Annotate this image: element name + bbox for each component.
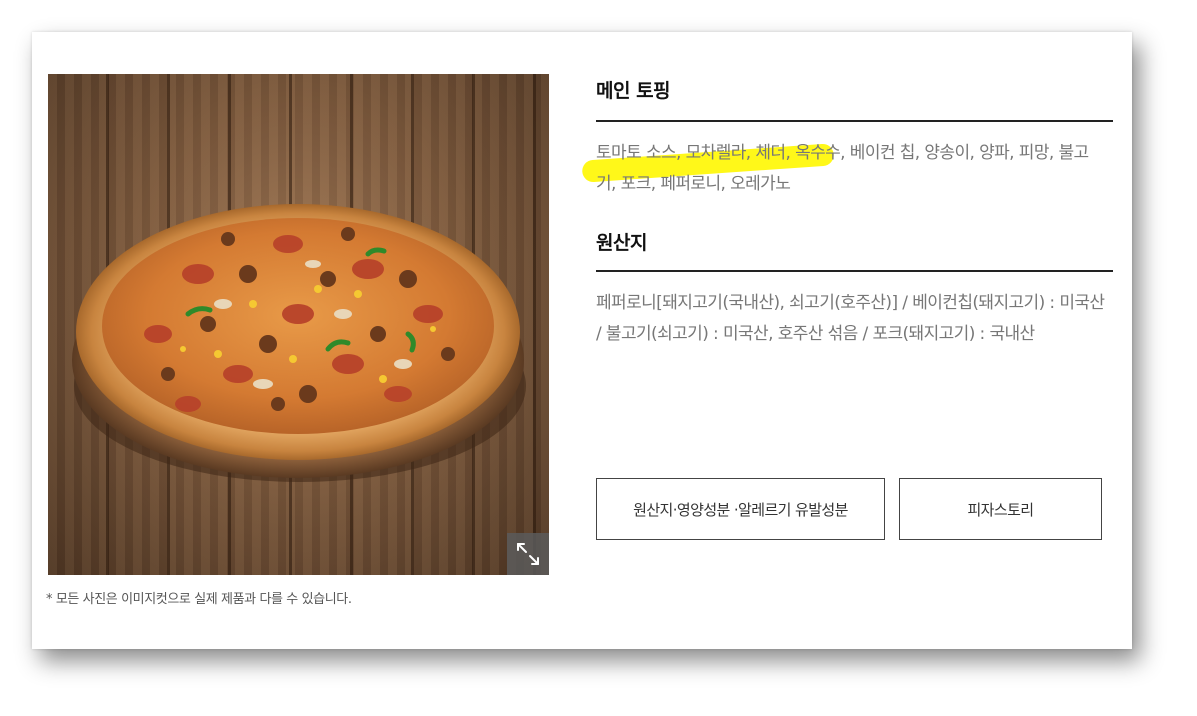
pizza-photo	[48, 74, 549, 575]
expand-arrows-icon	[517, 543, 539, 565]
pizza-story-button[interactable]: 피자스토리	[899, 478, 1102, 540]
expand-image-button[interactable]	[507, 533, 549, 575]
main-topping-title: 메인 토핑	[596, 80, 671, 102]
origin-divider	[596, 270, 1113, 272]
nutrition-allergen-button[interactable]: 원산지·영양성분 ·알레르기 유발성분	[596, 478, 885, 540]
main-topping-list: 토마토 소스, 모차렐라, 체더, 옥수수, 베이컨 칩, 양송이, 양파, 피…	[596, 143, 1089, 194]
image-disclaimer: * 모든 사진은 이미지컷으로 실제 제품과 다를 수 있습니다.	[46, 592, 352, 607]
origin-title: 원산지	[596, 232, 647, 254]
pizza-image	[72, 204, 526, 482]
product-detail-card: * 모든 사진은 이미지컷으로 실제 제품과 다를 수 있습니다. 메인 토핑 …	[32, 32, 1132, 649]
origin-list: 페퍼로니[돼지고기(국내산), 쇠고기(호주산)] / 베이컨칩(돼지고기) :…	[596, 293, 1105, 344]
main-topping-divider	[596, 120, 1113, 122]
